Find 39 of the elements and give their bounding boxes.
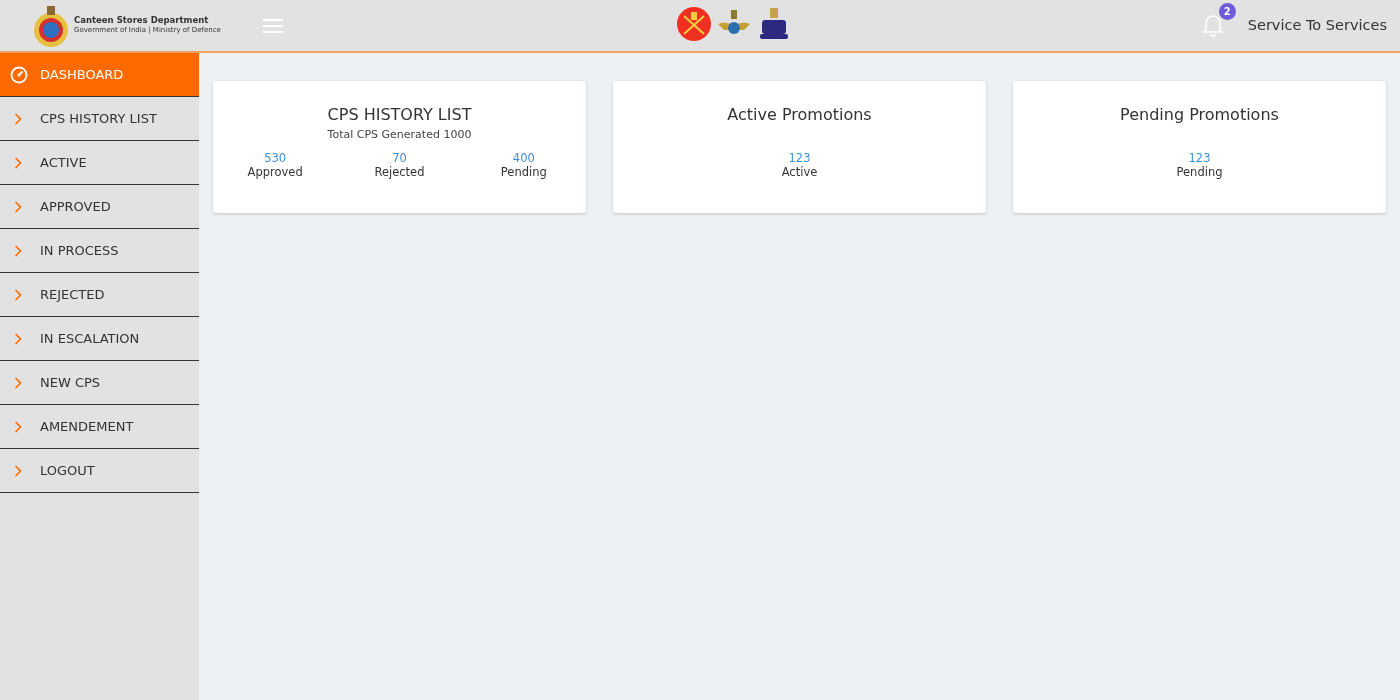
notification-count: 2	[1218, 2, 1236, 20]
stat-value: 400	[511, 152, 536, 166]
sidebar-item[interactable]: REJECTED	[0, 273, 199, 317]
card-title: Pending Promotions	[1119, 104, 1280, 126]
stat-value: 70	[391, 152, 408, 166]
chevron-right-icon	[14, 244, 22, 257]
brand-title: Canteen Stores Department	[74, 15, 210, 26]
sidebar-item[interactable]: ACTIVE	[0, 141, 199, 185]
chevron-right-icon	[14, 200, 22, 213]
crossed-swords-icon	[676, 6, 712, 42]
chevron-right-icon	[14, 288, 22, 301]
sidebar-item[interactable]: LOGOUT	[0, 449, 199, 493]
card-title: CPS HISTORY LIST	[326, 104, 473, 126]
user-name: Service To Services	[1247, 15, 1387, 35]
stat-value: 530	[263, 152, 288, 166]
stat-value: 123	[787, 152, 812, 166]
chevron-right-icon	[14, 332, 22, 345]
sidebar-item[interactable]: APPROVED	[0, 185, 199, 229]
sidebar-item[interactable]: NEW CPS	[0, 361, 199, 405]
stat-label: Approved	[246, 165, 304, 180]
sidebar-item[interactable]: AMENDEMENT	[0, 405, 199, 449]
chevron-right-icon	[14, 112, 22, 125]
bell-icon[interactable]	[1201, 13, 1224, 37]
sidebar-item[interactable]: CPS HISTORY LIST	[0, 97, 199, 141]
chevron-right-icon	[14, 376, 22, 389]
chevron-right-icon	[14, 464, 22, 477]
card-title: Active Promotions	[726, 104, 873, 126]
sidebar-item[interactable]: IN ESCALATION	[0, 317, 199, 361]
logo-icon	[32, 3, 70, 48]
stat-label: Active	[780, 165, 819, 180]
card-subtitle: Total CPS Generated 1000	[327, 128, 472, 141]
stat-label: Pending	[1175, 165, 1224, 180]
chevron-right-icon	[14, 156, 22, 169]
chevron-right-icon	[14, 420, 22, 433]
gauge-icon	[10, 65, 28, 84]
stat-label: Rejected	[373, 165, 426, 180]
sidebar-item[interactable]: IN PROCESS	[0, 229, 199, 273]
stat-value: 123	[1187, 152, 1212, 166]
stat-label: Pending	[499, 165, 548, 180]
